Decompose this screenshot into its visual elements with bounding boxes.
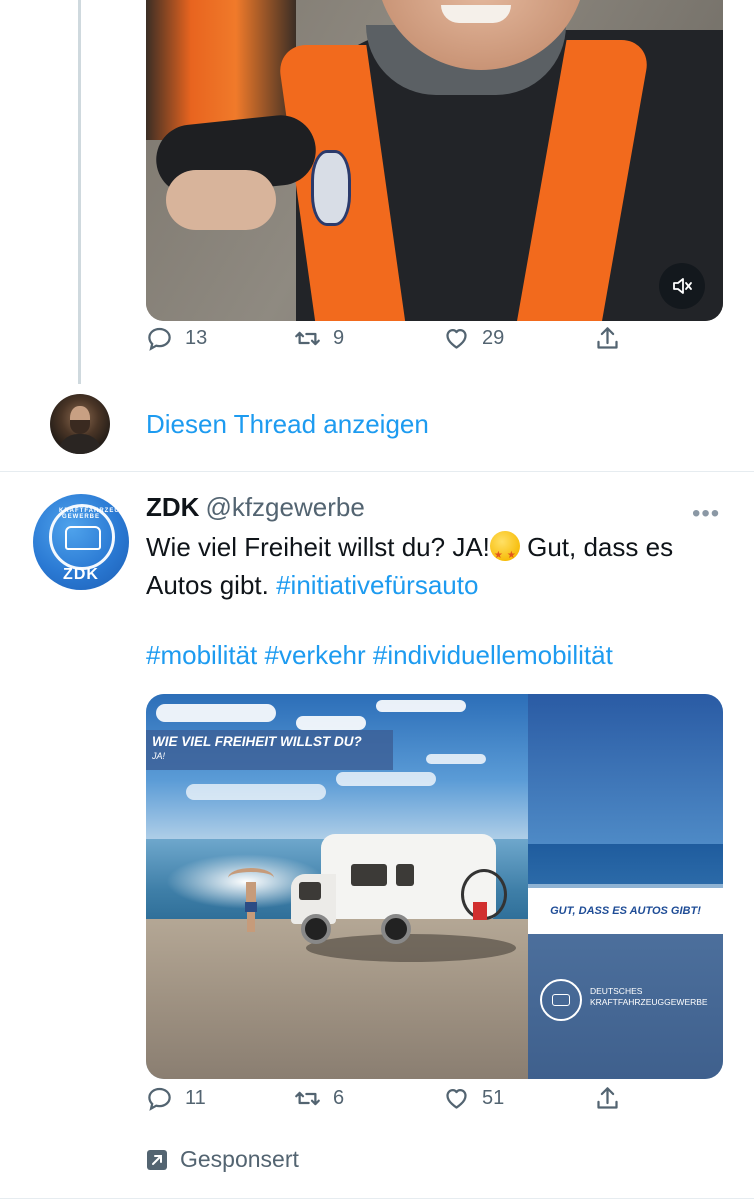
cab-window [299,882,321,900]
reply-count: 11 [185,1086,206,1109]
mute-button[interactable] [659,263,705,309]
ad-headline: WIE VIEL FREIHEIT WILLST DU? [152,734,362,749]
zdk-avatar[interactable]: KRAFTFAHRZEUG GEWERBE ZDK [33,494,129,590]
retweet-icon [295,331,320,345]
cloud [376,700,466,712]
camper-wheel [381,914,411,944]
cloud [296,716,366,730]
reply-button[interactable]: 11 [146,1085,206,1112]
mute-icon [673,278,692,294]
ad-org-line2: KRAFTFAHRZEUGGEWERBE [590,997,708,1007]
tweet-text-part1: Wie viel Freiheit willst du? JA! [146,532,490,562]
video-person-smile [441,5,511,23]
avatar-beard [70,420,90,434]
retweet-count: 9 [333,326,345,349]
ad-headline-banner: WIE VIEL FREIHEIT WILLST DU? JA! [146,730,393,770]
share-button[interactable] [594,325,621,352]
sponsored-text: Gesponsert [180,1146,299,1172]
ad-org-name: DEUTSCHES KRAFTFAHRZEUGGEWERBE [590,986,720,1008]
ad-org-line1: DEUTSCHES [590,986,643,996]
share-button[interactable] [594,1085,621,1112]
ad-right-panel: GUT, DASS ES AUTOS GIBT! DEUTSCHES KRAFT… [528,694,723,1079]
more-icon: ••• [692,500,721,527]
tweet-video[interactable] [146,0,723,321]
cloud [156,704,276,722]
reply-icon [148,1087,171,1111]
person-legs [247,912,255,932]
ad-sky [146,694,528,849]
thread-connector-line [78,0,81,384]
hashtag-line[interactable]: #mobilität #verkehr #individuellemobilit… [146,640,613,671]
reply-button[interactable]: 13 [146,325,207,352]
like-icon [446,1088,467,1109]
reply-count: 13 [185,326,208,349]
show-thread-link[interactable]: Diesen Thread anzeigen [146,409,429,440]
like-button[interactable]: 51 [443,1085,504,1112]
promoted-icon [147,1149,167,1170]
retweet-icon [295,1091,320,1105]
more-options-button[interactable]: ••• [692,500,720,528]
retweet-count: 6 [333,1086,345,1109]
tweet-divider [0,1198,754,1199]
thread-author-avatar[interactable] [50,394,110,454]
author-handle[interactable]: @kfzgewerbe [205,492,364,522]
ad-right-sky [528,694,723,844]
ad-tagline-band: GUT, DASS ES AUTOS GIBT! [528,888,723,934]
camper-window [396,864,414,886]
avatar-shoulders [58,434,102,454]
tweet-text: Wie viel Freiheit willst du? JA! Gut, da… [146,528,716,604]
retweet-button[interactable]: 9 [294,325,344,352]
car-icon [65,526,101,550]
author-name[interactable]: ZDK [146,492,199,522]
tweet-divider [0,471,754,472]
ad-subheadline: JA! [152,751,166,761]
share-icon [597,1086,618,1109]
cloud [426,754,486,764]
rear-plate [473,902,487,920]
person-shorts [245,902,257,912]
like-icon [446,328,467,349]
like-button[interactable]: 29 [443,325,504,352]
reply-icon [148,327,171,351]
cloud [186,784,326,800]
like-count: 29 [482,326,505,349]
zdk-emblem-icon [540,979,582,1021]
ad-right-sea [528,844,723,884]
person-torso [246,882,256,904]
ad-image[interactable]: WIE VIEL FREIHEIT WILLST DU? JA! GUT, DA… [146,694,723,1079]
camper-wheel [301,914,331,944]
cloud [336,772,436,786]
person-arms-raised [228,868,274,934]
video-person-hand [166,170,276,230]
vest-patch [311,150,351,226]
ad-tagline: GUT, DASS ES AUTOS GIBT! [550,905,701,917]
star-struck-emoji-icon [489,531,520,575]
share-icon [597,326,618,349]
camper-window [351,864,387,886]
camper-van [291,834,507,944]
avatar-label: ZDK [63,566,99,583]
avatar-arc-text: KRAFTFAHRZEUG GEWERBE [59,508,126,520]
tweet-author-line: ZDK @kfzgewerbe [146,492,365,523]
sponsored-label[interactable]: Gesponsert [146,1146,299,1173]
like-count: 51 [482,1086,505,1109]
retweet-button[interactable]: 6 [294,1085,344,1112]
hashtag-link[interactable]: #initiativefürsauto [276,570,478,600]
